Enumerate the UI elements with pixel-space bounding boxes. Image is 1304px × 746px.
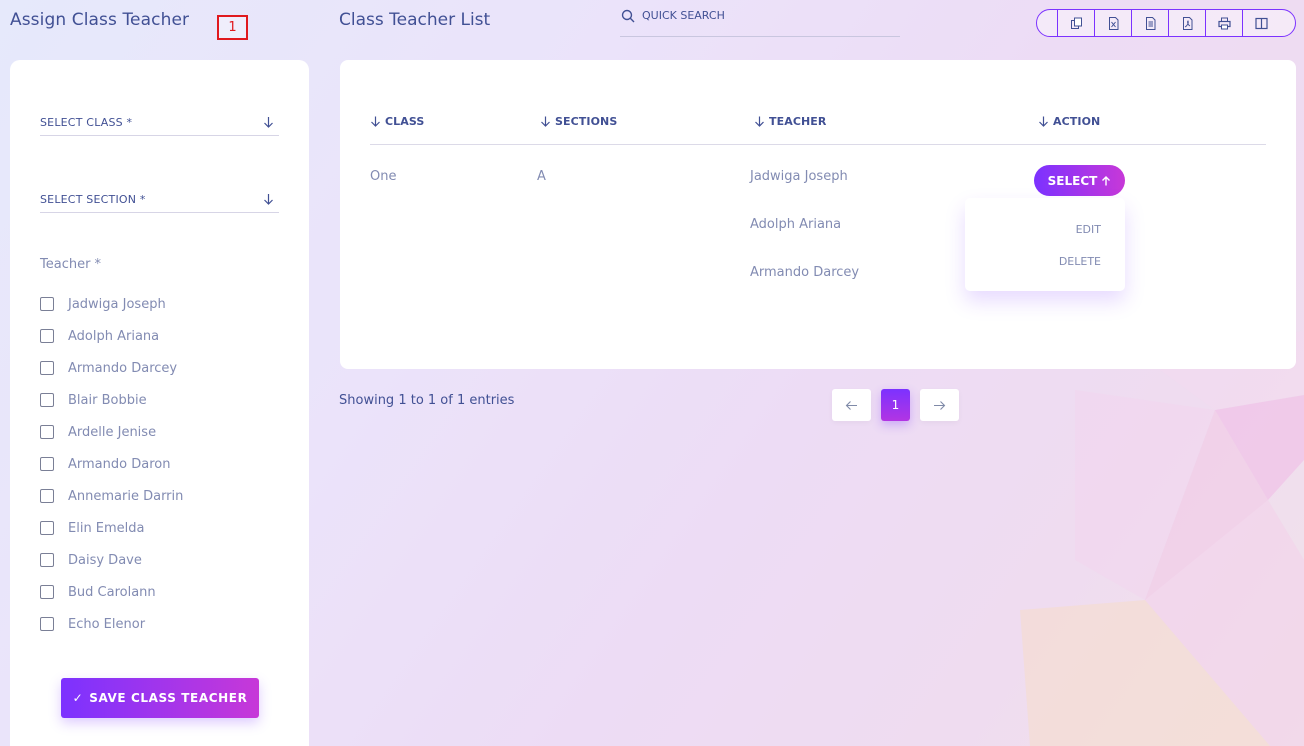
teacher-option[interactable]: Adolph Ariana <box>40 320 183 352</box>
column-header-sections[interactable]: SECTIONS <box>540 115 617 128</box>
next-page-button[interactable] <box>920 389 959 421</box>
teacher-name: Armando Daron <box>68 456 171 472</box>
header-divider <box>370 144 1266 145</box>
cell-teacher: Armando Darcey <box>750 265 860 280</box>
select-section-dropdown[interactable]: SELECT SECTION * <box>40 187 279 213</box>
cell-class: One <box>370 169 397 184</box>
arrow-up-icon <box>1102 175 1111 185</box>
entries-info: Showing 1 to 1 of 1 entries <box>339 393 515 408</box>
header-label: ACTION <box>1053 115 1101 128</box>
cell-teacher: Jadwiga Joseph <box>750 169 848 184</box>
teacher-option[interactable]: Ardelle Jenise <box>40 416 183 448</box>
checkbox[interactable] <box>40 329 54 343</box>
previous-page-button[interactable] <box>832 389 871 421</box>
checkbox[interactable] <box>40 585 54 599</box>
checkbox[interactable] <box>40 553 54 567</box>
teacher-option[interactable]: Echo Elenor <box>40 608 183 640</box>
checkbox[interactable] <box>40 425 54 439</box>
export-toolbar <box>1036 9 1296 37</box>
teacher-name: Blair Bobbie <box>68 392 147 408</box>
checkbox[interactable] <box>40 521 54 535</box>
select-class-label: SELECT CLASS * <box>40 116 133 129</box>
teacher-name: Bud Carolann <box>68 584 156 600</box>
teacher-checkbox-list: Jadwiga Joseph Adolph Ariana Armando Dar… <box>40 288 183 640</box>
columns-icon <box>1254 17 1268 29</box>
cell-section: A <box>537 169 546 184</box>
sort-arrow-icon <box>755 116 764 127</box>
arrow-down-icon <box>264 117 273 128</box>
checkbox[interactable] <box>40 297 54 311</box>
teacher-name: Armando Darcey <box>68 360 178 376</box>
teacher-name: Echo Elenor <box>68 616 146 632</box>
csv-export-button[interactable] <box>1131 10 1168 36</box>
checkbox[interactable] <box>40 393 54 407</box>
pdf-icon <box>1182 16 1192 30</box>
checkbox[interactable] <box>40 457 54 471</box>
teacher-option[interactable]: Bud Carolann <box>40 576 183 608</box>
excel-export-button[interactable] <box>1094 10 1131 36</box>
select-class-dropdown[interactable]: SELECT CLASS * <box>40 110 279 136</box>
header-label: SECTIONS <box>555 115 618 128</box>
quick-search <box>620 5 900 37</box>
header-label: TEACHER <box>769 115 827 128</box>
teacher-option[interactable]: Blair Bobbie <box>40 384 183 416</box>
teacher-option[interactable]: Daisy Dave <box>40 544 183 576</box>
page-title: Assign Class Teacher <box>10 10 190 30</box>
checkbox[interactable] <box>40 489 54 503</box>
pdf-export-button[interactable] <box>1168 10 1205 36</box>
check-icon: ✓ <box>72 691 84 705</box>
print-icon <box>1217 17 1231 29</box>
class-teacher-table-card: CLASS SECTIONS TEACHER ACTION One A Jadw… <box>340 60 1296 369</box>
list-title: Class Teacher List <box>339 10 491 30</box>
teacher-option[interactable]: Armando Darcey <box>40 352 183 384</box>
checkbox[interactable] <box>40 617 54 631</box>
teacher-label: Teacher * <box>40 257 102 272</box>
column-header-teacher[interactable]: TEACHER <box>754 115 827 128</box>
columns-toggle-button[interactable] <box>1242 10 1279 36</box>
action-select-button[interactable]: SELECT <box>1034 165 1125 196</box>
teacher-name: Daisy Dave <box>68 552 142 568</box>
print-button[interactable] <box>1205 10 1242 36</box>
teacher-option[interactable]: Jadwiga Joseph <box>40 288 183 320</box>
teacher-name: Elin Emelda <box>68 520 145 536</box>
teacher-name: Annemarie Darrin <box>68 488 184 504</box>
search-input[interactable] <box>642 9 882 22</box>
teacher-option[interactable]: Armando Daron <box>40 448 183 480</box>
teacher-name: Jadwiga Joseph <box>68 296 166 312</box>
select-button-label: SELECT <box>1047 173 1098 188</box>
select-section-label: SELECT SECTION * <box>40 193 146 206</box>
teacher-name: Adolph Ariana <box>68 328 160 344</box>
menu-item-edit[interactable]: EDIT <box>1076 223 1101 236</box>
copy-button[interactable] <box>1057 10 1094 36</box>
search-icon <box>621 9 635 22</box>
teacher-option[interactable]: Elin Emelda <box>40 512 183 544</box>
excel-icon <box>1108 16 1118 30</box>
sort-arrow-icon <box>541 116 550 127</box>
sort-arrow-icon <box>1039 116 1048 127</box>
save-class-teacher-button[interactable]: ✓ SAVE CLASS TEACHER <box>61 678 259 718</box>
header-label: CLASS <box>385 115 425 128</box>
save-button-label: SAVE CLASS TEACHER <box>89 691 248 705</box>
column-header-class[interactable]: CLASS <box>370 115 424 128</box>
page-button-current[interactable]: 1 <box>881 389 910 421</box>
arrow-right-icon <box>934 400 946 410</box>
teacher-name: Ardelle Jenise <box>68 424 157 440</box>
arrow-left-icon <box>845 400 857 410</box>
copy-icon <box>1070 17 1082 29</box>
arrow-down-icon <box>264 194 273 205</box>
column-header-action[interactable]: ACTION <box>1038 115 1100 128</box>
annotation-marker: 1 <box>217 15 248 40</box>
sort-arrow-icon <box>371 116 380 127</box>
action-dropdown-menu: EDIT DELETE <box>965 198 1125 291</box>
teacher-option[interactable]: Annemarie Darrin <box>40 480 183 512</box>
assign-form-card: SELECT CLASS * SELECT SECTION * Teacher … <box>10 60 309 746</box>
csv-icon <box>1145 16 1155 30</box>
cell-teacher: Adolph Ariana <box>750 217 842 232</box>
checkbox[interactable] <box>40 361 54 375</box>
menu-item-delete[interactable]: DELETE <box>1059 255 1101 268</box>
